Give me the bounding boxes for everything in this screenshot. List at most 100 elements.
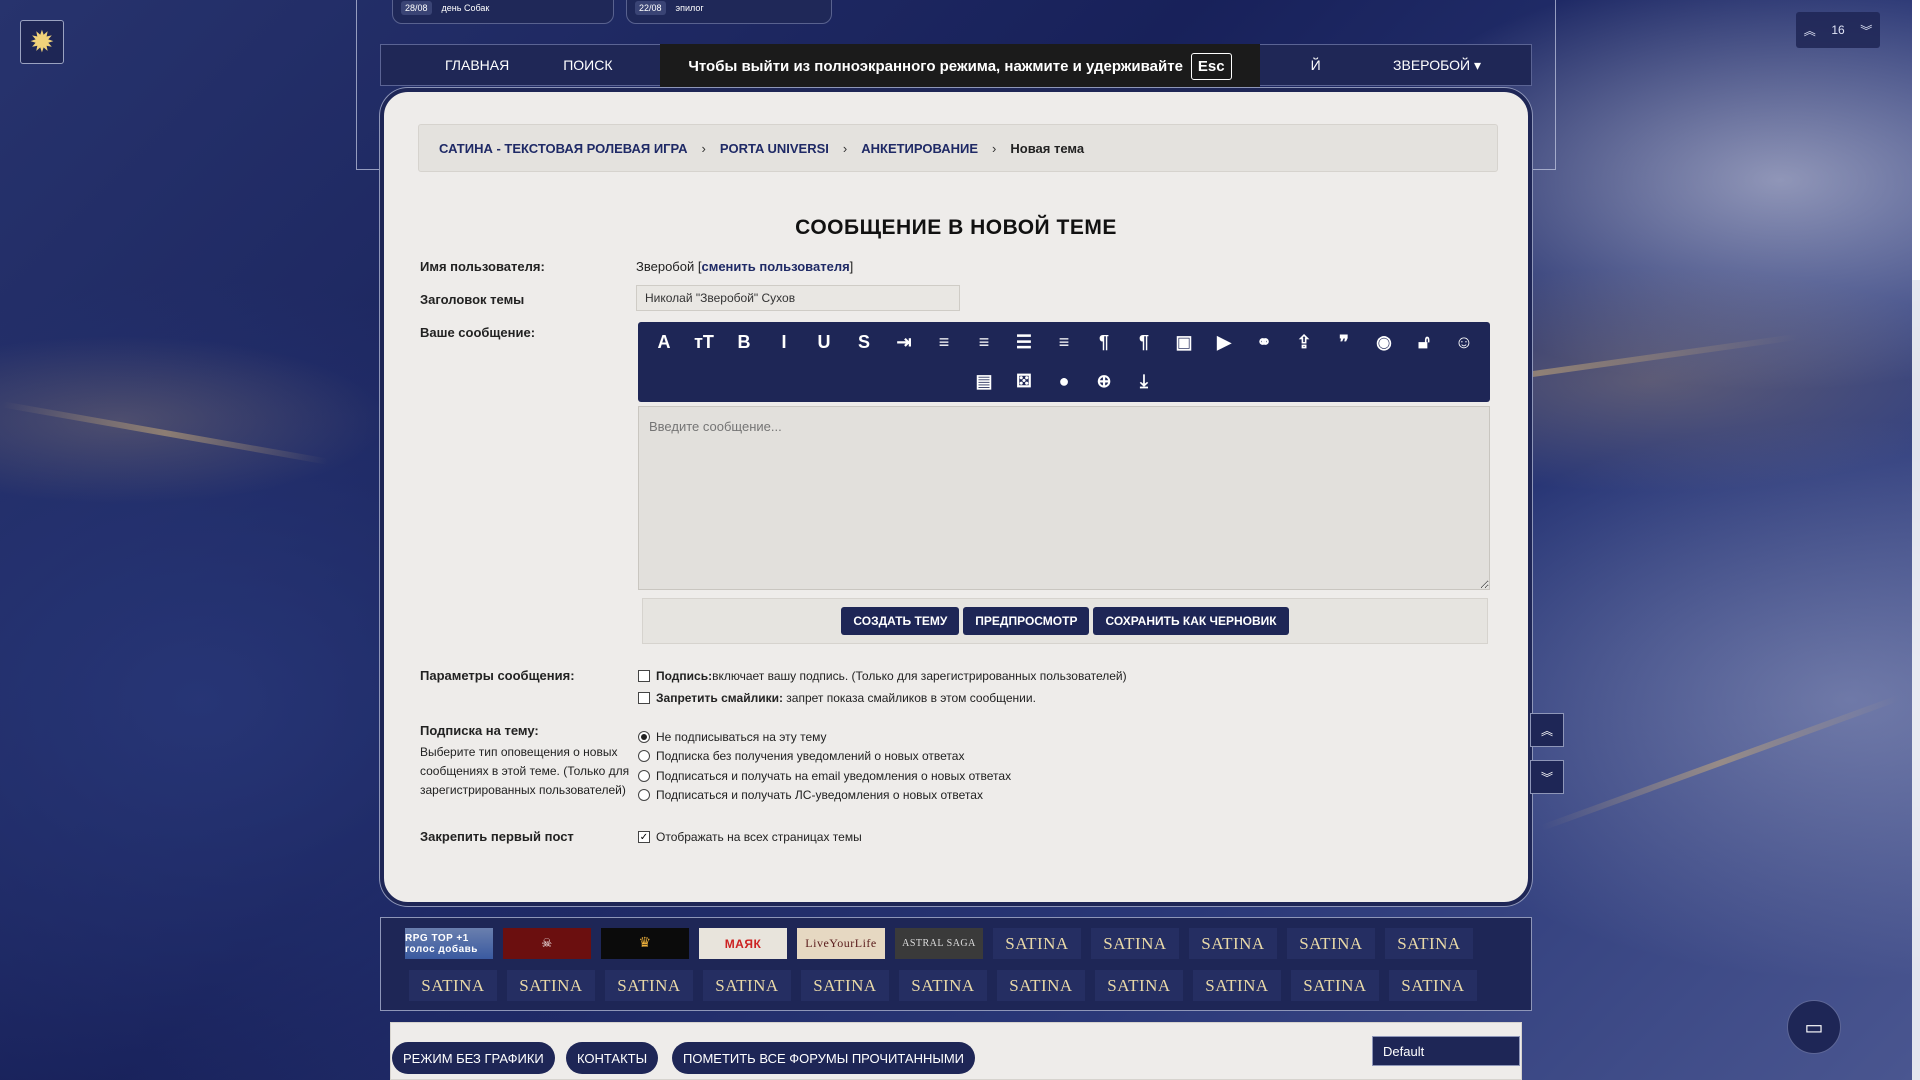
- pilcrow-icon[interactable]: ¶: [1089, 327, 1120, 358]
- quote-icon[interactable]: ❞: [1329, 327, 1360, 358]
- satina-banner[interactable]: SATINA: [507, 970, 595, 1001]
- plus-circle-icon[interactable]: ⊕: [1089, 366, 1120, 397]
- subscribe-option[interactable]: Подписаться и получать на email уведомле…: [638, 769, 1011, 783]
- create-topic-button[interactable]: СОЗДАТЬ ТЕМУ: [841, 607, 960, 635]
- scrollbar-thumb[interactable]: [1912, 0, 1920, 280]
- align-left-icon[interactable]: ≡: [929, 327, 960, 358]
- chat-button[interactable]: ▭: [1787, 1000, 1841, 1054]
- satina-banner[interactable]: SATINA: [993, 928, 1081, 959]
- pilcrow-rtl-icon[interactable]: ¶: [1129, 327, 1160, 358]
- subscribe-option[interactable]: Не подписываться на эту тему: [638, 730, 827, 744]
- upload-icon[interactable]: ⇪: [1289, 327, 1320, 358]
- satina-banner[interactable]: SATINA: [605, 970, 693, 1001]
- video-icon[interactable]: ▶: [1209, 327, 1240, 358]
- partner-banner[interactable]: RPG TOP +1 голос добавь: [405, 928, 493, 959]
- user-menu-label: ЗВЕРОБОЙ: [1393, 56, 1471, 73]
- user-menu[interactable]: ЗВЕРОБОЙ ▾: [1393, 57, 1481, 74]
- subscribe-radio[interactable]: [638, 770, 650, 782]
- partner-banner[interactable]: LiveYourLife: [797, 928, 885, 959]
- smiley-icon[interactable]: ☺: [1449, 327, 1480, 358]
- lock-icon[interactable]: 🔓︎: [1409, 327, 1440, 358]
- satina-banner[interactable]: SATINA: [801, 970, 889, 1001]
- breadcrumb-link[interactable]: САТИНА - ТЕКСТОВАЯ РОЛЕВАЯ ИГРА: [439, 141, 687, 156]
- subscribe-option-label: Не подписываться на эту тему: [656, 730, 827, 744]
- chevron-down-double-icon[interactable]: ︾: [1860, 22, 1872, 39]
- italic-icon[interactable]: I: [769, 327, 800, 358]
- subscribe-option-label: Подписка без получения уведомлений о нов…: [656, 749, 965, 763]
- satina-banner[interactable]: SATINA: [703, 970, 791, 1001]
- table-icon[interactable]: ▤: [969, 366, 1000, 397]
- nav-home[interactable]: ГЛАВНАЯ: [381, 57, 536, 73]
- breadcrumb-link[interactable]: PORTA UNIVERSI: [720, 141, 829, 156]
- satina-banner[interactable]: SATINA: [1287, 928, 1375, 959]
- satina-banner[interactable]: SATINA: [1091, 928, 1179, 959]
- save-draft-button[interactable]: СОХРАНИТЬ КАК ЧЕРНОВИК: [1093, 607, 1289, 635]
- message-textarea[interactable]: [638, 406, 1490, 590]
- satina-banner[interactable]: SATINA: [997, 970, 1085, 1001]
- dice-icon[interactable]: ⚄: [1009, 366, 1040, 397]
- nav-search[interactable]: ПОИСК: [536, 57, 639, 73]
- satina-banner[interactable]: SATINA: [1291, 970, 1379, 1001]
- chevron-up-double-icon[interactable]: ︽: [1804, 22, 1816, 39]
- nav-item-hidden-2[interactable]: Й: [1284, 57, 1348, 73]
- no-smilies-option[interactable]: Запретить смайлики: запрет показа смайли…: [638, 691, 1036, 705]
- satina-banner[interactable]: SATINA: [1095, 970, 1183, 1001]
- pin-label: Закрепить первый пост: [420, 829, 574, 844]
- partner-banner[interactable]: МАЯК: [699, 928, 787, 959]
- subscribe-option[interactable]: Подписаться и получать ЛС-уведомления о …: [638, 788, 983, 802]
- breadcrumb-separator: ›: [842, 140, 848, 156]
- contacts-button[interactable]: КОНТАКТЫ: [566, 1042, 659, 1074]
- download-icon[interactable]: ⤓: [1129, 366, 1160, 397]
- username-value: Зверобой [сменить пользователя]: [636, 259, 854, 274]
- pin-option[interactable]: ✓ Отображать на всех страницах темы: [638, 830, 862, 844]
- style-select[interactable]: Default: [1372, 1036, 1520, 1066]
- scroll-down-button[interactable]: ︾: [1530, 760, 1564, 794]
- font-size-icon[interactable]: ᴛT: [689, 327, 720, 358]
- partner-banner[interactable]: ☠: [503, 928, 591, 959]
- indent-icon[interactable]: ⇥: [889, 327, 920, 358]
- underline-icon[interactable]: U: [809, 327, 840, 358]
- no-graphics-button[interactable]: РЕЖИМ БЕЗ ГРАФИКИ: [392, 1042, 555, 1074]
- subscribe-radio[interactable]: [638, 750, 650, 762]
- align-justify-icon[interactable]: ☰: [1009, 327, 1040, 358]
- satina-banner[interactable]: SATINA: [899, 970, 987, 1001]
- signature-checkbox[interactable]: [638, 670, 650, 682]
- link-icon[interactable]: ⚭: [1249, 327, 1280, 358]
- change-user-link[interactable]: сменить пользователя: [701, 259, 849, 274]
- subject-input[interactable]: [636, 285, 960, 311]
- strike-icon[interactable]: S: [849, 327, 880, 358]
- user-icon[interactable]: ●: [1049, 366, 1080, 397]
- satina-banner[interactable]: SATINA: [1189, 928, 1277, 959]
- satina-banner[interactable]: SATINA: [1385, 928, 1473, 959]
- style-select-value: Default: [1383, 1043, 1425, 1059]
- event-chip[interactable]: 28/08 день Собак: [392, 0, 614, 24]
- palette-icon[interactable]: ◉: [1369, 327, 1400, 358]
- site-logo-button[interactable]: ✹: [20, 20, 64, 64]
- partner-banner[interactable]: ASTRAL SAGA: [895, 928, 983, 959]
- subject-label: Заголовок темы: [420, 292, 525, 307]
- add-image-icon[interactable]: ▣: [1169, 327, 1200, 358]
- bold-icon[interactable]: B: [729, 327, 760, 358]
- satina-banner[interactable]: SATINA: [409, 970, 497, 1001]
- partner-banner[interactable]: ♛: [601, 928, 689, 959]
- breadcrumb-link[interactable]: АНКЕТИРОВАНИЕ: [861, 141, 978, 156]
- satina-banner[interactable]: SATINA: [1389, 970, 1477, 1001]
- subscribe-label: Подписка на тему:: [420, 723, 539, 738]
- subscribe-option[interactable]: Подписка без получения уведомлений о нов…: [638, 749, 964, 763]
- event-chip[interactable]: 22/08 эпилог: [626, 0, 832, 24]
- align-center-icon[interactable]: ≡: [969, 327, 1000, 358]
- satina-banner[interactable]: SATINA: [1193, 970, 1281, 1001]
- pin-checkbox[interactable]: ✓: [638, 831, 650, 843]
- align-right-icon[interactable]: ≡: [1049, 327, 1080, 358]
- breadcrumb-current: Новая тема: [1010, 140, 1085, 156]
- preview-button[interactable]: ПРЕДПРОСМОТР: [963, 607, 1090, 635]
- format-icon[interactable]: A: [649, 327, 680, 358]
- no-smilies-checkbox[interactable]: [638, 692, 650, 704]
- page-scrollbar[interactable]: [1912, 0, 1920, 1080]
- scroll-up-button[interactable]: ︽: [1530, 713, 1564, 747]
- subscribe-radio[interactable]: [638, 731, 650, 743]
- mark-all-read-button[interactable]: ПОМЕТИТЬ ВСЕ ФОРУМЫ ПРОЧИТАННЫМИ: [672, 1042, 976, 1074]
- signature-option[interactable]: Подпись:включает вашу подпись. (Только д…: [638, 669, 1127, 683]
- counter-value: 16: [1831, 23, 1845, 37]
- subscribe-radio[interactable]: [638, 789, 650, 801]
